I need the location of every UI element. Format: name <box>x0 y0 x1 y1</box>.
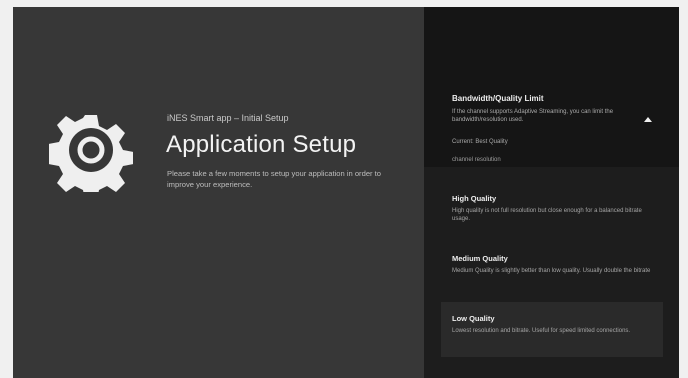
page-title: Application Setup <box>166 131 357 158</box>
option-description: Medium Quality is slightly better than l… <box>452 268 651 274</box>
option-title: Low Quality <box>452 314 495 323</box>
option-medium-quality[interactable]: Medium Quality Medium Quality is slightl… <box>441 242 663 297</box>
option-description: High quality is not full resolution but … <box>452 208 642 222</box>
section-label: channel resolution <box>452 157 501 163</box>
option-description: Lowest resolution and bitrate. Useful fo… <box>452 328 631 334</box>
preference-title: Bandwidth/Quality Limit <box>452 94 544 103</box>
gear-icon <box>48 108 134 201</box>
setup-description: Please take a few moments to setup your … <box>167 169 382 189</box>
option-title: Medium Quality <box>452 254 508 263</box>
setup-subtitle: iNES Smart app – Initial Setup <box>167 113 289 123</box>
settings-panel: Bandwidth/Quality Limit If the channel s… <box>424 7 679 378</box>
arrow-up-icon[interactable] <box>644 117 652 122</box>
setup-screen: iNES Smart app – Initial Setup Applicati… <box>13 7 679 378</box>
setup-info-panel: iNES Smart app – Initial Setup Applicati… <box>13 7 424 378</box>
option-title: High Quality <box>452 194 497 203</box>
option-low-quality[interactable]: Low Quality Lowest resolution and bitrat… <box>441 302 663 357</box>
preference-current-value: Current: Best Quality <box>452 139 508 145</box>
option-high-quality[interactable]: High Quality High quality is not full re… <box>441 182 663 237</box>
preference-description: If the channel supports Adaptive Streami… <box>452 109 614 123</box>
bandwidth-preference-header[interactable]: Bandwidth/Quality Limit If the channel s… <box>424 7 679 167</box>
